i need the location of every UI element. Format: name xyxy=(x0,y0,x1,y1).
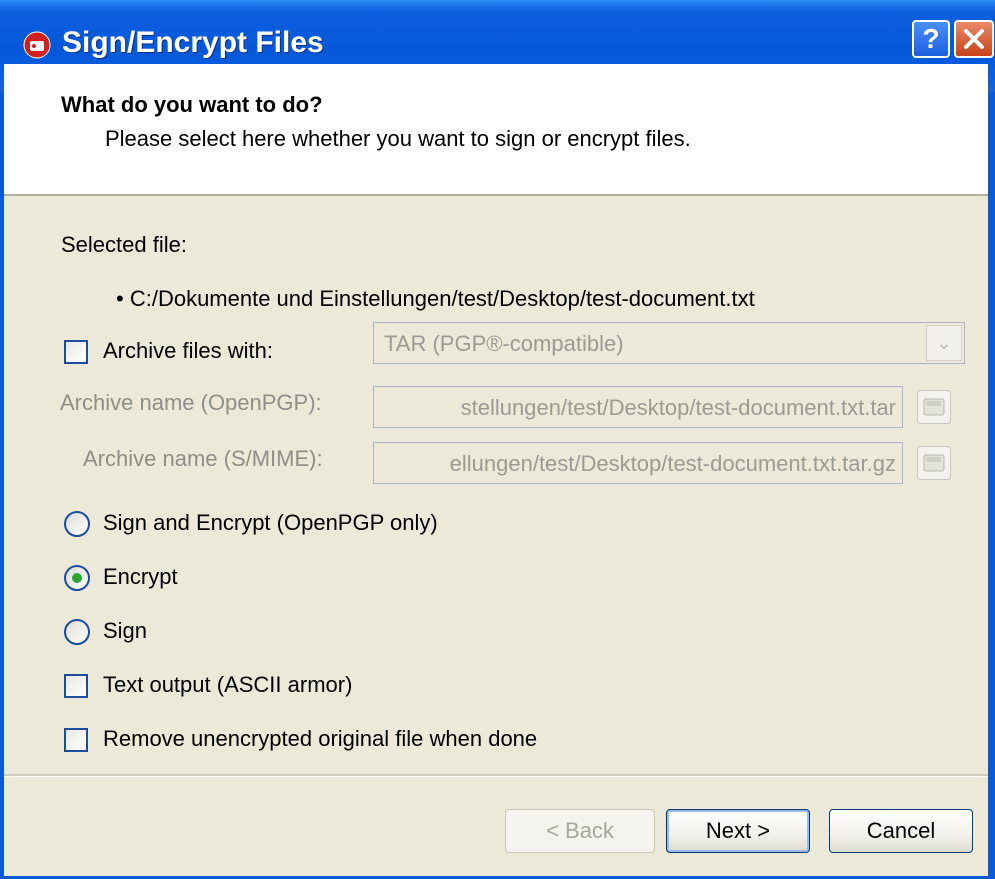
page-subtitle: Please select here whether you want to s… xyxy=(105,126,691,151)
close-button[interactable] xyxy=(954,20,994,58)
window-title: Sign/Encrypt Files xyxy=(62,26,324,59)
help-icon: ? xyxy=(922,23,940,54)
archive-format-value: TAR (PGP®-compatible) xyxy=(384,331,624,356)
archive-format-select[interactable]: TAR (PGP®-compatible) ⌄ xyxy=(373,322,965,364)
archive-smime-field[interactable]: ellungen/test/Desktop/test-document.txt.… xyxy=(373,442,903,484)
radio-selected-dot xyxy=(72,573,82,583)
radio-sign-and-encrypt[interactable] xyxy=(64,511,90,537)
remove-original-label[interactable]: Remove unencrypted original file when do… xyxy=(103,726,537,752)
ascii-armor-label[interactable]: Text output (ASCII armor) xyxy=(103,672,352,698)
wizard-header: What do you want to do? Please select he… xyxy=(4,64,988,196)
radio-encrypt[interactable] xyxy=(64,565,90,591)
chevron-down-icon[interactable]: ⌄ xyxy=(926,325,962,361)
archive-smime-label: Archive name (S/MIME): xyxy=(83,446,323,471)
selected-file-label: Selected file: xyxy=(61,232,187,257)
bullet-icon: • xyxy=(116,286,124,311)
close-icon xyxy=(964,29,984,49)
radio-sign[interactable] xyxy=(64,619,90,645)
selected-file-path: C:/Dokumente und Einstellungen/test/Desk… xyxy=(129,286,755,311)
selected-file-item: • C:/Dokumente und Einstellungen/test/De… xyxy=(116,286,755,312)
next-button[interactable]: Next > xyxy=(666,809,810,853)
dialog-client: What do you want to do? Please select he… xyxy=(4,64,988,876)
app-icon xyxy=(23,31,51,59)
archive-openpgp-value: stellungen/test/Desktop/test-document.tx… xyxy=(460,395,896,420)
remove-original-checkbox[interactable] xyxy=(64,728,88,752)
archive-checkbox[interactable] xyxy=(64,340,88,364)
archive-checkbox-label[interactable]: Archive files with: xyxy=(103,338,273,364)
help-button[interactable]: ? xyxy=(912,20,950,58)
archive-openpgp-label: Archive name (OpenPGP): xyxy=(60,390,322,415)
browse-smime-button[interactable] xyxy=(917,446,951,480)
back-button[interactable]: < Back xyxy=(505,809,655,853)
save-icon xyxy=(923,398,945,416)
save-icon xyxy=(923,454,945,472)
archive-smime-value: ellungen/test/Desktop/test-document.txt.… xyxy=(449,451,896,476)
encrypt-label[interactable]: Encrypt xyxy=(103,564,178,590)
page-title: What do you want to do? xyxy=(61,92,323,117)
button-separator xyxy=(4,774,988,777)
browse-openpgp-button[interactable] xyxy=(917,390,951,424)
ascii-armor-checkbox[interactable] xyxy=(64,674,88,698)
sign-and-encrypt-label[interactable]: Sign and Encrypt (OpenPGP only) xyxy=(103,510,438,536)
cancel-button[interactable]: Cancel xyxy=(829,809,973,853)
sign-label[interactable]: Sign xyxy=(103,618,147,644)
dialog-window: Sign/Encrypt Files ? What do you want to… xyxy=(0,0,995,879)
archive-openpgp-field[interactable]: stellungen/test/Desktop/test-document.tx… xyxy=(373,386,903,428)
